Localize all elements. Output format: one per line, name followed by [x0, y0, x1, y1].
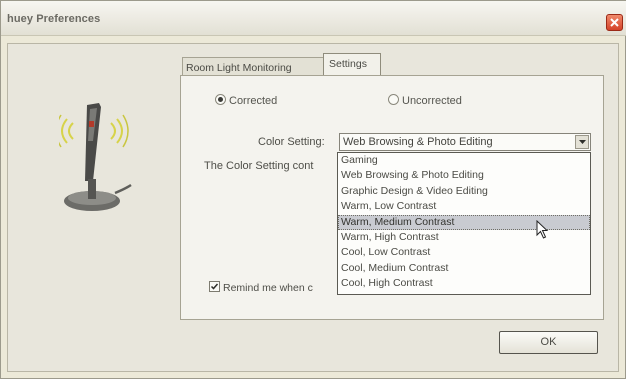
- color-setting-dropdown-list: Gaming Web Browsing & Photo Editing Grap…: [337, 152, 591, 295]
- dropdown-option-cool-low[interactable]: Cool, Low Contrast: [338, 245, 590, 260]
- dropdown-option-graphic-design[interactable]: Graphic Design & Video Editing: [338, 184, 590, 199]
- title-bar[interactable]: huey Preferences: [1, 1, 626, 36]
- window-title: huey Preferences: [7, 13, 101, 25]
- dropdown-option-warm-medium[interactable]: Warm, Medium Contrast: [338, 214, 590, 230]
- dropdown-option-web-browsing[interactable]: Web Browsing & Photo Editing: [338, 168, 590, 183]
- mouse-pointer-icon: [536, 220, 549, 239]
- close-icon: [610, 18, 619, 27]
- tab-room-light-monitoring[interactable]: Room Light Monitoring: [182, 57, 323, 75]
- remind-me-checkbox[interactable]: Remind me when c: [209, 280, 335, 294]
- remind-me-label: Remind me when c: [223, 282, 313, 294]
- radio-indicator: [388, 94, 399, 105]
- dropdown-arrow-button[interactable]: [575, 135, 589, 149]
- dropdown-option-gaming[interactable]: Gaming: [338, 153, 590, 168]
- corrected-radio[interactable]: Corrected: [215, 93, 277, 107]
- checkbox-box: [209, 281, 220, 292]
- dropdown-option-warm-high[interactable]: Warm, High Contrast: [338, 230, 590, 245]
- close-button[interactable]: [606, 14, 623, 31]
- check-icon: [210, 283, 219, 290]
- radio-selected-indicator: [215, 94, 226, 105]
- color-setting-label: Color Setting:: [258, 136, 325, 148]
- corrected-label: Corrected: [229, 95, 278, 107]
- preferences-window: huey Preferences Room Light Monitoring S…: [0, 0, 626, 379]
- uncorrected-label: Uncorrected: [402, 95, 462, 107]
- dropdown-option-cool-high[interactable]: Cool, High Contrast: [338, 276, 590, 291]
- dropdown-option-cool-medium[interactable]: Cool, Medium Contrast: [338, 261, 590, 276]
- color-setting-description: The Color Setting cont: [204, 160, 314, 172]
- chevron-down-icon: [579, 140, 586, 144]
- color-setting-combobox[interactable]: Web Browsing & Photo Editing: [339, 133, 591, 151]
- uncorrected-radio[interactable]: Uncorrected: [388, 93, 462, 107]
- ok-button[interactable]: OK: [499, 331, 598, 354]
- color-setting-value: Web Browsing & Photo Editing: [343, 136, 493, 148]
- tab-settings[interactable]: Settings: [323, 53, 381, 75]
- dropdown-option-warm-low[interactable]: Warm, Low Contrast: [338, 199, 590, 214]
- colorimeter-device-icon: [59, 103, 132, 211]
